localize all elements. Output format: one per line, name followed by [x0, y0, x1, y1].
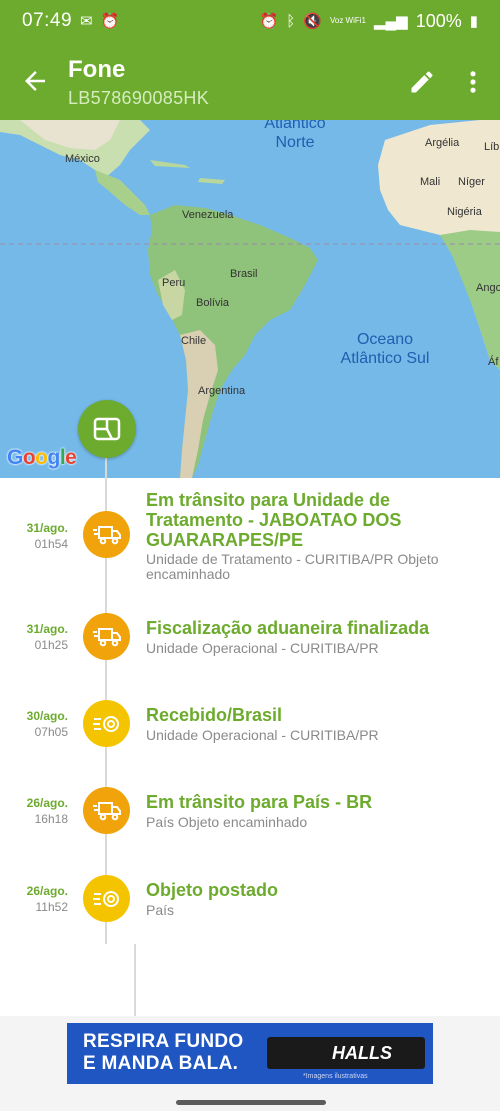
app-bar: Fone LB578690085HK [0, 42, 500, 120]
event-description: País Objeto encaminhado [146, 814, 308, 830]
clock: 07:49 [22, 10, 73, 31]
map-label-nigeria: Nigéria [447, 206, 482, 218]
home-gesture-handle[interactable] [176, 1100, 326, 1105]
back-arrow-icon[interactable] [20, 66, 50, 96]
package-map-icon [93, 417, 121, 441]
status-bar: 07:49 ✉ ⏰ ⏰ ᛒ 🔇 Voz WiFi1 ▂▄▆ 100% ▮ [0, 0, 500, 42]
ocean-label-south: Oceano Atlântico Sul [340, 331, 430, 367]
truck-icon [83, 787, 130, 834]
ad-headline: RESPIRA FUNDO E MANDA BALA. [83, 1031, 244, 1074]
ad-disclaimer: *Imagens ilustrativas [303, 1073, 368, 1080]
map-marker[interactable] [78, 400, 136, 458]
page-title: Fone [68, 56, 126, 83]
map-label-bolivia: Bolívia [196, 297, 230, 309]
more-options-icon[interactable] [462, 68, 484, 96]
event-description: País [146, 902, 175, 918]
bluetooth-icon: ᛒ [286, 12, 296, 30]
alarm-icon: ⏰ [100, 12, 120, 30]
event-title: Fiscalização aduaneira finalizada [146, 618, 430, 638]
tracking-event: 26/ago. 11h52 Objeto postado País [0, 874, 500, 944]
event-title: Em trânsito para País - BR [146, 792, 373, 812]
google-logo: Google [7, 446, 77, 469]
edit-pencil-icon[interactable] [408, 68, 436, 96]
event-datetime: 26/ago. 16h18 [26, 796, 68, 826]
map-land-shapes [0, 120, 500, 478]
gmail-icon: ✉ [80, 12, 93, 30]
map-label-mexico: México [65, 153, 100, 165]
map-label-argentina: Argentina [198, 385, 246, 397]
event-datetime: 31/ago. 01h25 [26, 622, 68, 652]
alarm-clock-icon: ⏰ [259, 12, 279, 30]
event-datetime: 30/ago. 07h05 [26, 709, 68, 739]
received-icon [83, 700, 130, 747]
event-description: Unidade de Tratamento - CURITIBA/PR Obje… [146, 551, 439, 582]
event-title: Em trânsito para Unidade de Tratamento -… [146, 490, 402, 550]
ocean-label-north: Atlântico Norte [264, 120, 326, 151]
map-label-peru: Peru [162, 277, 186, 289]
map-label-libia: Líb [484, 141, 500, 153]
mute-icon: 🔇 [303, 12, 322, 30]
event-title: Recebido/Brasil [146, 705, 283, 725]
tracking-code: LB578690085HK [68, 88, 210, 108]
ad-banner[interactable]: RESPIRA FUNDO E MANDA BALA. HALLS *Image… [67, 1023, 433, 1084]
map-label-angola: Ango [476, 282, 500, 294]
event-description: Unidade Operacional - CURITIBA/PR [146, 727, 379, 743]
map-label-niger: Níger [458, 176, 485, 188]
ad-brand: HALLS [332, 1043, 392, 1063]
wifi-icon: Voz WiFi1 [329, 16, 366, 25]
map-label-africa-south: Áf [488, 356, 499, 368]
map-label-venezuela: Venezuela [182, 209, 234, 221]
map-label-brasil: Brasil [230, 268, 258, 280]
signal-icon: ▂▄▆ [373, 12, 408, 30]
event-datetime: 26/ago. 11h52 [26, 884, 68, 914]
map-label-argelia: Argélia [425, 137, 460, 149]
truck-icon [83, 613, 130, 660]
tracking-event: 30/ago. 07h05 Recebido/Brasil Unidade Op… [0, 699, 500, 769]
map-label-mali: Mali [420, 176, 441, 188]
event-title: Objeto postado [146, 880, 278, 900]
truck-icon [83, 511, 130, 558]
tracking-event: 31/ago. 01h54 Em trânsito para Unidade d… [0, 488, 500, 588]
map-view[interactable]: México Venezuela Brasil Peru Bolívia Chi… [0, 120, 500, 478]
event-datetime: 31/ago. 01h54 [26, 521, 68, 551]
map-label-chile: Chile [181, 335, 207, 347]
event-description: Unidade Operacional - CURITIBA/PR [146, 640, 379, 656]
tracking-event: 31/ago. 01h25 Fiscalização aduaneira fin… [0, 612, 500, 682]
tracking-event: 26/ago. 16h18 Em trânsito para País - BR… [0, 786, 500, 856]
posted-icon [83, 875, 130, 922]
battery-percent: 100% [415, 10, 462, 31]
battery-icon: ▮ [469, 12, 478, 30]
timeline-line-end [134, 944, 136, 1016]
